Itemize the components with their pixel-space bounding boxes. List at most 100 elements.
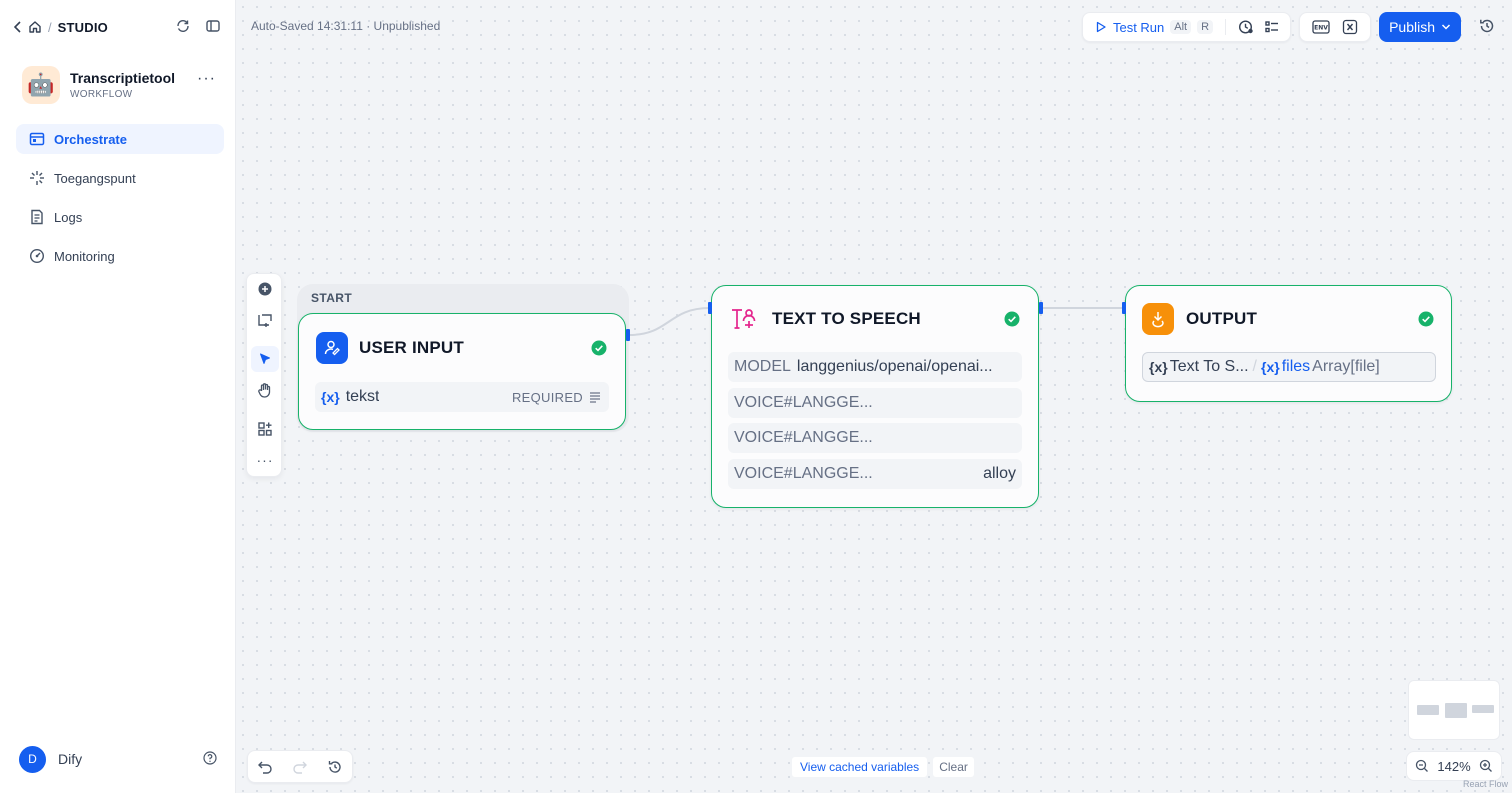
- sidebar-item-label: Logs: [54, 209, 83, 225]
- success-check-icon: [591, 340, 607, 356]
- canvas-tools: ···: [246, 273, 282, 477]
- output-source-node: Text To S...: [1169, 358, 1249, 375]
- checklist-icon[interactable]: [1264, 19, 1280, 35]
- sidebar-item-label: Monitoring: [54, 248, 115, 264]
- app-avatar: 🤖: [22, 66, 60, 104]
- undo-icon[interactable]: [257, 759, 273, 775]
- add-node-icon[interactable]: [256, 280, 274, 298]
- tts-param-row: VOICE#LANGGE... alloy: [728, 459, 1022, 489]
- help-icon[interactable]: [203, 751, 217, 765]
- svg-text:ENV: ENV: [1314, 25, 1328, 32]
- pointer-mode-icon[interactable]: [251, 346, 279, 372]
- tts-param-row: VOICE#LANGGE...: [728, 388, 1022, 418]
- sidebar-item-toegangspunt[interactable]: Toegangspunt: [16, 163, 224, 193]
- start-variable-row: {x} tekst REQUIRED: [315, 382, 609, 412]
- zoom-in-icon[interactable]: [1479, 759, 1493, 773]
- tts-output-handle[interactable]: [1039, 302, 1043, 314]
- run-history-icon[interactable]: [1238, 19, 1254, 35]
- play-icon: [1095, 21, 1107, 33]
- cached-variables-bar: View cached variables Clear: [791, 756, 975, 778]
- access-point-icon: [28, 170, 46, 186]
- sidebar-item-label: Toegangspunt: [54, 170, 136, 186]
- app-info[interactable]: 🤖 Transcriptietool WORKFLOW ···: [22, 66, 222, 104]
- sidebar-nav: Orchestrate Toegangspunt Logs Monitoring: [16, 124, 224, 280]
- breadcrumb: / STUDIO: [14, 18, 108, 36]
- more-options-icon[interactable]: ···: [197, 70, 216, 88]
- variable-icon: {x}: [321, 389, 340, 405]
- user-input-icon: [316, 332, 348, 364]
- more-tools-icon[interactable]: ···: [256, 451, 274, 469]
- user-account[interactable]: D Dify: [19, 745, 219, 773]
- param-key: VOICE#LANGGE...: [734, 465, 873, 482]
- change-history-icon[interactable]: [327, 759, 343, 775]
- user-name: Dify: [58, 751, 83, 767]
- sidebar-header-actions: [175, 18, 221, 34]
- view-cached-variables-button[interactable]: View cached variables: [791, 756, 929, 778]
- start-group-label: START: [311, 291, 353, 305]
- success-check-icon: [1418, 311, 1434, 327]
- monitoring-icon: [28, 248, 46, 264]
- redo-icon[interactable]: [292, 759, 308, 775]
- tts-param-row: VOICE#LANGGE...: [728, 423, 1022, 453]
- text-to-speech-icon: [728, 303, 760, 335]
- app-name: Transcriptietool: [70, 70, 176, 86]
- logs-icon: [28, 209, 46, 225]
- param-value: alloy: [983, 465, 1016, 482]
- sidebar: / STUDIO 🤖 Transcriptietool WORKFLOW ···…: [0, 0, 236, 793]
- app-kind: WORKFLOW: [70, 89, 133, 100]
- success-check-icon: [1004, 311, 1020, 327]
- version-history-icon[interactable]: [1478, 17, 1496, 35]
- workflow-icon: [28, 131, 46, 147]
- user-input-node[interactable]: USER INPUT {x} tekst REQUIRED: [298, 313, 626, 430]
- tts-param-row: MODEL langgenius/openai/openai...: [728, 352, 1022, 382]
- home-icon[interactable]: [28, 20, 42, 34]
- sidebar-item-logs[interactable]: Logs: [16, 202, 224, 232]
- shortcut-key: R: [1197, 20, 1214, 34]
- publish-label: Publish: [1389, 19, 1435, 35]
- env-tools-group: ENV: [1299, 12, 1372, 42]
- output-icon: [1142, 303, 1174, 335]
- autosave-status: Auto-Saved 14:31:11 · Unpublished: [251, 19, 441, 33]
- sidebar-item-label: Orchestrate: [54, 131, 127, 147]
- zoom-controls: 142%: [1406, 751, 1502, 781]
- required-badge: REQUIRED: [511, 389, 583, 405]
- tts-input-handle[interactable]: [708, 302, 712, 314]
- output-variable-row: {x} Text To S... / {x} files Array[file]: [1142, 352, 1436, 382]
- zoom-level[interactable]: 142%: [1437, 759, 1470, 774]
- publish-button[interactable]: Publish: [1379, 12, 1461, 42]
- param-value: langgenius/openai/openai...: [796, 358, 993, 375]
- environment-variables-icon[interactable]: ENV: [1312, 20, 1330, 34]
- chevron-left-icon[interactable]: [14, 21, 22, 33]
- run-tools-group: Test Run Alt R: [1081, 12, 1292, 42]
- minimap-node: [1417, 705, 1439, 715]
- conversation-variables-icon[interactable]: [1342, 19, 1358, 35]
- output-variable-type: Array[file]: [1312, 358, 1380, 375]
- divider: [1225, 19, 1227, 35]
- clear-cache-button[interactable]: Clear: [932, 756, 975, 778]
- chevron-down-icon: [1441, 23, 1451, 31]
- undo-redo-bar: [247, 750, 353, 783]
- react-flow-attribution[interactable]: React Flow: [1463, 779, 1508, 789]
- shortcut-key: Alt: [1170, 20, 1192, 34]
- output-variable-name: files: [1281, 358, 1311, 375]
- sidebar-item-monitoring[interactable]: Monitoring: [16, 241, 224, 271]
- switch-app-icon[interactable]: [175, 18, 191, 34]
- hand-mode-icon[interactable]: [256, 381, 274, 399]
- add-note-icon[interactable]: [256, 311, 274, 329]
- collapse-sidebar-icon[interactable]: [205, 18, 221, 34]
- start-output-handle[interactable]: [626, 329, 630, 341]
- output-input-handle[interactable]: [1122, 302, 1126, 314]
- node-title: OUTPUT: [1186, 309, 1258, 328]
- breadcrumb-studio[interactable]: STUDIO: [58, 20, 108, 35]
- param-key: MODEL: [734, 358, 791, 375]
- variable-name: tekst: [345, 388, 380, 405]
- test-run-button[interactable]: Test Run Alt R: [1089, 20, 1219, 35]
- organize-blocks-icon[interactable]: [256, 420, 274, 438]
- sidebar-item-orchestrate[interactable]: Orchestrate: [16, 124, 224, 154]
- text-to-speech-node[interactable]: TEXT TO SPEECH MODEL langgenius/openai/o…: [711, 285, 1039, 508]
- node-title: TEXT TO SPEECH: [772, 309, 921, 328]
- zoom-out-icon[interactable]: [1415, 759, 1429, 773]
- param-key: VOICE#LANGGE...: [734, 394, 873, 411]
- minimap[interactable]: [1408, 680, 1500, 740]
- output-node[interactable]: OUTPUT {x} Text To S... / {x} files Arra…: [1125, 285, 1452, 402]
